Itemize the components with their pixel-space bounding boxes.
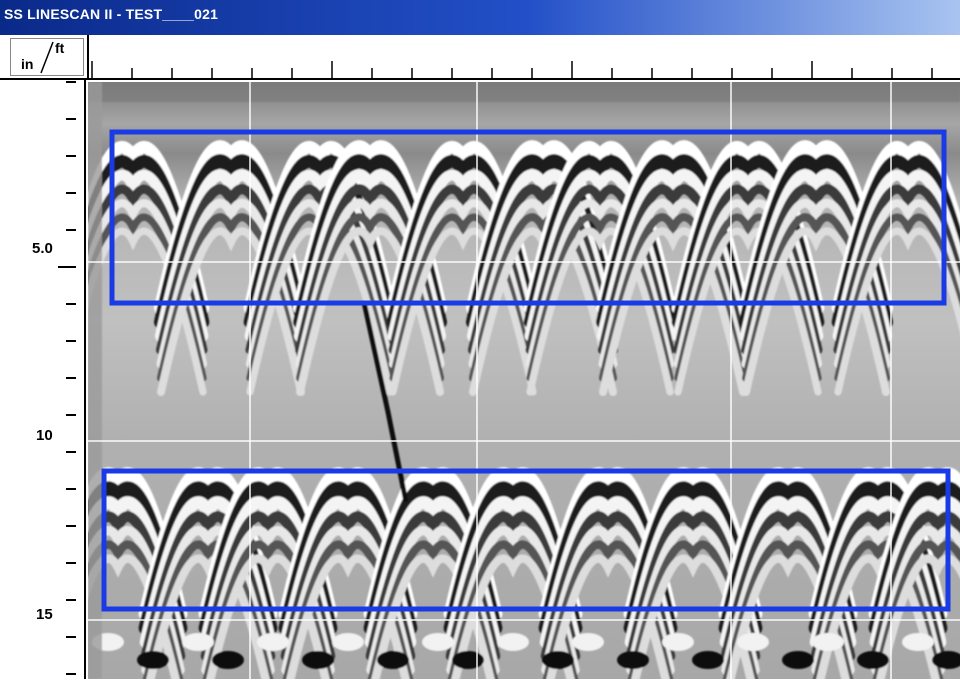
depth-label-5: 5.0: [32, 240, 53, 257]
depth-ruler: 5.0 10 15: [0, 80, 86, 679]
distance-ruler-ticks: [87, 35, 933, 78]
depth-ruler-ticks: [58, 81, 76, 675]
depth-unit-label: in: [21, 56, 34, 72]
depth-label-15: 15: [36, 606, 53, 623]
depth-label-10: 10: [36, 427, 53, 444]
window-title: SS LINESCAN II - TEST____021: [4, 6, 219, 22]
distance-unit-label: ft: [55, 40, 65, 56]
radargram-scan[interactable]: [88, 82, 960, 679]
distance-ruler: [0, 35, 960, 80]
title-bar[interactable]: SS LINESCAN II - TEST____021: [0, 0, 960, 35]
unit-selector[interactable]: in ft: [10, 38, 84, 76]
